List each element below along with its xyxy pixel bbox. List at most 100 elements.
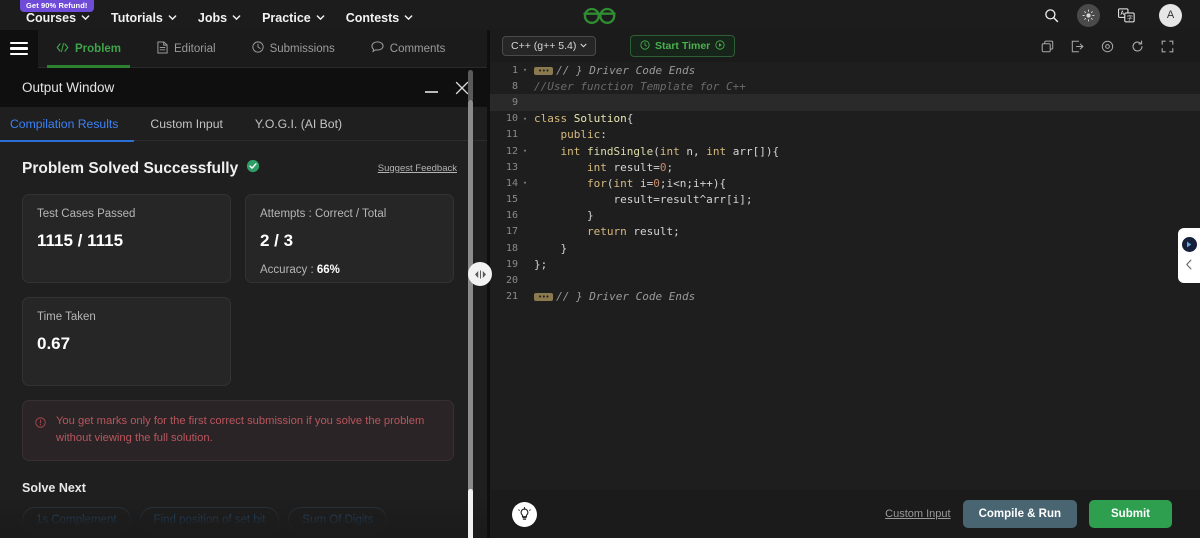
geeksforgeeks-logo[interactable] bbox=[580, 4, 620, 31]
svg-text:A: A bbox=[1121, 10, 1125, 17]
tab-custom-input[interactable]: Custom Input bbox=[134, 107, 238, 141]
tab-submissions[interactable]: Submissions bbox=[234, 30, 353, 68]
search-icon[interactable] bbox=[1044, 8, 1059, 23]
code-text: return result; bbox=[586, 225, 680, 239]
code-line[interactable]: 18 } bbox=[490, 240, 1200, 256]
code-fold-toggle-icon[interactable]: ▾ bbox=[520, 147, 530, 155]
clock-icon bbox=[251, 41, 264, 56]
resize-horizontal-icon[interactable] bbox=[468, 262, 492, 286]
marks-notice: You get marks only for the first correct… bbox=[22, 400, 454, 461]
code-line[interactable]: 9 bbox=[490, 94, 1200, 111]
code-fold-toggle-icon[interactable]: ▾ bbox=[520, 66, 530, 74]
code-line[interactable]: 20 bbox=[490, 272, 1200, 288]
left-panel-scrollbar[interactable] bbox=[468, 100, 473, 538]
hamburger-menu-icon[interactable] bbox=[0, 29, 38, 68]
tab-compilation-results[interactable]: Compilation Results bbox=[0, 107, 135, 142]
nav-item-label: Contests bbox=[345, 10, 400, 25]
code-fold-toggle-icon[interactable]: ▾ bbox=[520, 115, 530, 123]
tab-editorial[interactable]: Editorial bbox=[139, 30, 234, 68]
code-line[interactable]: 12 ▾ int findSingle(int n, int arr[]){ bbox=[490, 143, 1200, 159]
nav-item-practice[interactable]: Practice bbox=[262, 11, 325, 25]
minimize-icon[interactable] bbox=[425, 82, 439, 94]
export-icon[interactable] bbox=[1071, 40, 1084, 53]
custom-input-link[interactable]: Custom Input bbox=[885, 508, 950, 520]
submit-button[interactable]: Submit bbox=[1089, 500, 1172, 528]
left-panel-scrollbar-track-top[interactable] bbox=[468, 70, 473, 102]
code-lines[interactable]: 1 ▾ •••// } Driver Code Ends 8//User functi… bbox=[490, 62, 1200, 305]
document-icon bbox=[157, 40, 168, 57]
line-number: 21 bbox=[505, 291, 518, 303]
nav-item-courses[interactable]: Courses bbox=[26, 11, 90, 25]
nav-item-tutorials[interactable]: Tutorials bbox=[111, 11, 177, 25]
code-text: •••// } Driver Code Ends bbox=[530, 290, 695, 303]
fullscreen-icon[interactable] bbox=[1161, 40, 1174, 53]
line-number: 12 bbox=[505, 145, 518, 157]
code-line[interactable]: 10 ▾ class Solution{ bbox=[490, 111, 1200, 127]
tab-problem[interactable]: Problem bbox=[38, 30, 139, 68]
tab-yogi-ai-bot[interactable]: Y.O.G.I. (AI Bot) bbox=[239, 107, 358, 141]
compile-run-button[interactable]: Compile & Run bbox=[962, 500, 1078, 528]
problem-tab-bar: Problem Editorial Submissions Comments bbox=[0, 29, 487, 68]
nav-item-jobs[interactable]: Jobs bbox=[197, 10, 241, 25]
code-text: }; bbox=[534, 257, 548, 271]
tab-label: Editorial bbox=[174, 42, 216, 55]
code-text: //User function Template for C++ bbox=[534, 79, 746, 93]
line-number: 19 bbox=[505, 258, 518, 270]
card-label: Test Cases Passed bbox=[37, 208, 136, 220]
line-number: 14 bbox=[505, 177, 518, 189]
chip-sum-of-digits[interactable]: Sum Of Digits bbox=[288, 506, 388, 533]
line-number: 10 bbox=[505, 113, 518, 125]
language-selector[interactable]: C++ (g++ 5.4) bbox=[502, 36, 597, 56]
tab-comments[interactable]: Comments bbox=[353, 30, 464, 68]
code-line[interactable]: 21 •••// } Driver Code Ends bbox=[490, 289, 1200, 305]
card-attempts: Attempts : Correct / Total 2 / 3 Accurac… bbox=[245, 194, 454, 283]
code-line[interactable]: 11 public: bbox=[490, 127, 1200, 143]
language-label: C++ (g++ 5.4) bbox=[511, 40, 577, 52]
chevron-down-icon bbox=[168, 13, 177, 21]
tab-label: Comments bbox=[389, 42, 446, 55]
folded-region-icon[interactable]: ••• bbox=[534, 293, 554, 302]
editor-toolbar: C++ (g++ 5.4) Start Timer bbox=[490, 30, 1200, 62]
code-line[interactable]: 19}; bbox=[490, 256, 1200, 272]
copy-icon[interactable] bbox=[1041, 40, 1054, 53]
output-window-body: Problem Solved Successfully Suggest Feed… bbox=[0, 159, 487, 533]
theme-toggle-icon[interactable] bbox=[1077, 3, 1100, 27]
tab-label: Submissions bbox=[269, 42, 335, 55]
play-icon[interactable] bbox=[1181, 236, 1197, 252]
start-timer-button[interactable]: Start Timer bbox=[630, 35, 736, 57]
code-line[interactable]: 1 ▾ •••// } Driver Code Ends bbox=[490, 62, 1200, 78]
close-icon[interactable] bbox=[455, 81, 469, 95]
floating-help-widget[interactable] bbox=[1178, 228, 1200, 283]
translate-icon[interactable]: A 字 bbox=[1118, 7, 1135, 23]
chevron-down-icon bbox=[580, 40, 587, 52]
chip-1s-complement[interactable]: 1s Complement bbox=[22, 506, 131, 533]
code-line[interactable]: 13 int result=0; bbox=[490, 159, 1200, 175]
code-editor[interactable]: 1 ▾ •••// } Driver Code Ends 8//User functi… bbox=[490, 62, 1200, 502]
code-text: int findSingle(int n, int arr[]){ bbox=[560, 144, 780, 158]
accuracy-row: Accuracy : 66% bbox=[260, 264, 439, 276]
code-fold-toggle-icon[interactable]: ▾ bbox=[520, 179, 530, 187]
output-window-header: Output Window bbox=[0, 68, 487, 107]
chevron-left-icon[interactable] bbox=[1185, 257, 1193, 275]
refund-promo-badge[interactable]: Get 90% Refund! bbox=[20, 0, 94, 12]
chevron-down-icon bbox=[316, 13, 325, 21]
folded-region-icon[interactable]: ••• bbox=[534, 66, 554, 75]
settings-icon[interactable] bbox=[1101, 40, 1114, 53]
nav-item-label: Jobs bbox=[197, 10, 228, 25]
output-window-title: Output Window bbox=[22, 80, 115, 95]
code-line[interactable]: 14 ▾ for(int i=0;i<n;i++){ bbox=[490, 175, 1200, 191]
code-line[interactable]: 8 //User function Template for C++ bbox=[490, 78, 1200, 94]
nav-item-contests[interactable]: Contests bbox=[345, 10, 413, 25]
avatar[interactable]: A bbox=[1159, 3, 1182, 27]
code-line[interactable]: 17 return result; bbox=[490, 224, 1200, 240]
left-panel-scrollbar-thumb[interactable] bbox=[468, 489, 473, 538]
chip-find-position-of-set-bit[interactable]: Find position of set bit bbox=[139, 506, 280, 533]
code-line[interactable]: 16 } bbox=[490, 208, 1200, 224]
code-line[interactable]: 15 result=result^arr[i]; bbox=[490, 192, 1200, 208]
lightbulb-icon[interactable] bbox=[512, 501, 537, 527]
reset-icon[interactable] bbox=[1131, 40, 1144, 53]
nav-right-actions: A 字 A bbox=[1044, 0, 1182, 30]
code-text: } bbox=[534, 209, 594, 223]
card-label: Time Taken bbox=[37, 311, 96, 323]
suggest-feedback-link[interactable]: Suggest Feedback bbox=[378, 163, 457, 174]
